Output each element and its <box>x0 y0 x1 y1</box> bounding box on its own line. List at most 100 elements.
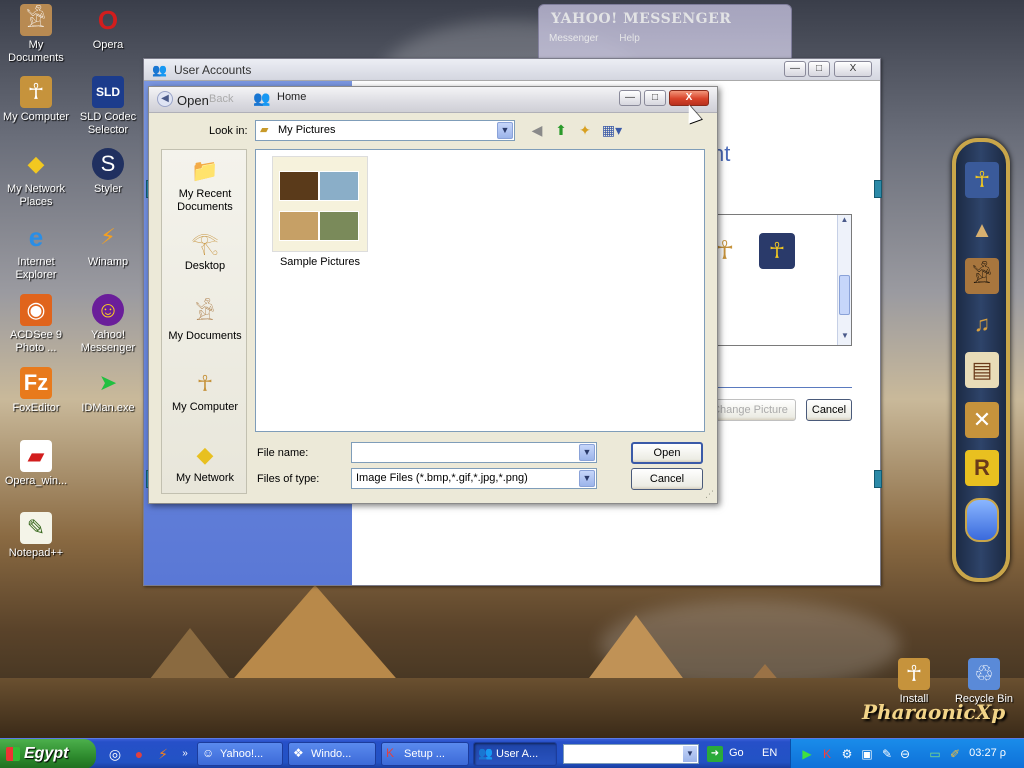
pharaoh-mask-icon[interactable]: ☥ <box>965 162 999 198</box>
tray-k-icon[interactable]: K <box>819 746 835 762</box>
chevron-down-icon[interactable]: ▼ <box>683 746 697 762</box>
book-icon[interactable]: ▤ <box>965 352 999 388</box>
place-my-computer[interactable]: ☥ My Computer <box>162 369 248 414</box>
quicklaunch-winamp-icon[interactable]: ⚡ <box>154 745 172 763</box>
user-accounts-titlebar[interactable]: 👥 User Accounts — □ X <box>144 59 880 81</box>
desktop-icon-my-computer[interactable]: ☥ My Computer <box>0 76 72 124</box>
chevron-down-icon[interactable]: ▼ <box>579 444 595 461</box>
quicklaunch-opera-icon[interactable]: ● <box>130 745 148 763</box>
resize-grip-icon[interactable]: ⋰ <box>705 489 714 500</box>
dialog-maximize-button[interactable]: □ <box>644 90 666 106</box>
files-of-type-value: Image Files (*.bmp,*.gif,*.jpg,*.png) <box>356 472 528 484</box>
open-dialog-titlebar[interactable]: ◀ Open Back 👥 Home — □ X <box>149 87 717 113</box>
scroll-down-icon[interactable]: ▼ <box>838 331 852 345</box>
start-button[interactable]: Egypt <box>0 739 96 768</box>
desktop-icon-opera-installer[interactable]: ▰ Opera_win... <box>0 440 72 488</box>
menu-help[interactable]: Help <box>619 33 640 44</box>
tray-tool-icon[interactable]: ✎ <box>879 746 895 762</box>
go-arrow-icon[interactable]: ➜ <box>707 746 723 762</box>
task-setup[interactable]: K Setup ... <box>381 742 469 766</box>
tray-battery-icon[interactable]: ▭ <box>927 746 943 762</box>
file-name-input[interactable]: ▼ <box>351 442 597 463</box>
scribe-icon[interactable]: 𓀀 <box>965 258 999 294</box>
scroll-up-icon[interactable]: ▲ <box>838 215 851 229</box>
address-bar-input[interactable]: ▼ <box>563 744 699 764</box>
folder-icon: ▰ <box>260 124 269 136</box>
yahoo-menu-bar: Messenger Help <box>549 33 658 44</box>
place-recent-documents[interactable]: 📁 My Recent Documents <box>162 156 248 214</box>
desktop-icon-recycle-bin[interactable]: ♲ Recycle Bin <box>948 658 1020 706</box>
task-yahoo[interactable]: ☺ Yahoo!... <box>197 742 283 766</box>
pharaoh-picture-icon[interactable]: ☥ <box>759 233 795 269</box>
go-button[interactable]: Go <box>729 747 744 759</box>
desktop-icon-idman[interactable]: ➤ IDMan.exe <box>72 367 144 415</box>
cancel-button[interactable]: Cancel <box>631 468 703 490</box>
task-windows[interactable]: ❖ Windo... <box>288 742 376 766</box>
view-menu-icon[interactable]: ▦▾ <box>599 121 625 139</box>
back-arrow-icon[interactable]: ◀ <box>157 91 173 107</box>
my-computer-icon: ☥ <box>196 371 214 396</box>
desktop-icon-notepad-plus[interactable]: ✎ Notepad++ <box>0 512 72 560</box>
capsule-icon[interactable] <box>965 498 999 542</box>
user-accounts-icon: 👥 <box>152 63 167 77</box>
pyramids-icon[interactable]: ▲ <box>965 212 999 248</box>
place-my-network[interactable]: ◆ My Network <box>162 440 248 485</box>
ua-cancel-button[interactable]: Cancel <box>806 399 852 421</box>
tray-play-icon[interactable]: ▶ <box>799 746 815 762</box>
quicklaunch-more-icon[interactable]: » <box>176 745 194 763</box>
ua-minimize-button[interactable]: — <box>784 61 806 77</box>
place-desktop[interactable]: 𓂀 Desktop <box>162 228 248 273</box>
files-of-type-dropdown[interactable]: Image Files (*.bmp,*.gif,*.jpg,*.png) ▼ <box>351 468 597 489</box>
desktop-icon-internet-explorer[interactable]: e Internet Explorer <box>0 221 72 282</box>
clock[interactable]: 03:27 ρ <box>969 747 1006 759</box>
picture-folder-icon <box>272 156 368 252</box>
tools-icon[interactable]: ✕ <box>965 402 999 438</box>
dialog-minimize-button[interactable]: — <box>619 90 641 106</box>
new-folder-icon[interactable]: ✦ <box>575 121 595 139</box>
system-tray: ▶ K ⚙ ▣ ✎ ⊖ ▭ ✐ 03:27 ρ <box>790 739 1024 768</box>
back-nav-icon[interactable]: ◀ <box>527 121 547 139</box>
tray-network-icon[interactable]: ⚙ <box>839 746 855 762</box>
harp-icon[interactable]: ♫ <box>965 306 999 342</box>
look-in-dropdown[interactable]: ▰ My Pictures ▼ <box>255 120 515 141</box>
up-folder-icon[interactable]: ⬆ <box>551 121 571 139</box>
desktop-icon-sld-codec[interactable]: SLD SLD Codec Selector <box>72 76 144 137</box>
desktop-icon-foxeditor[interactable]: Fz FoxEditor <box>0 367 72 415</box>
desktop-icon-network-places[interactable]: ◆ My Network Places <box>0 148 72 209</box>
task-user-accounts[interactable]: 👥 User A... <box>473 742 557 766</box>
picture-scrollbar[interactable]: ▲ ▼ <box>837 215 851 345</box>
desktop-icon-install[interactable]: ☥ Install <box>878 658 950 706</box>
quicklaunch-network-icon[interactable]: ◎ <box>106 745 124 763</box>
file-list[interactable]: Sample Pictures <box>255 149 705 432</box>
menu-messenger[interactable]: Messenger <box>549 33 598 44</box>
scroll-thumb[interactable] <box>839 275 850 315</box>
home-label[interactable]: Home <box>277 91 306 103</box>
acdsee-icon: ◉ <box>20 294 52 326</box>
chevron-down-icon[interactable]: ▼ <box>579 470 595 487</box>
place-my-documents[interactable]: 𓀀 My Documents <box>162 298 248 343</box>
opera-icon: O <box>97 5 119 35</box>
desktop-icon-my-documents[interactable]: 𓀀 My Documents <box>0 4 72 65</box>
network-places-icon: ◆ <box>27 151 45 176</box>
open-button[interactable]: Open <box>631 442 703 464</box>
desktop-icon-styler[interactable]: S Styler <box>72 148 144 196</box>
my-network-icon: ◆ <box>196 442 214 467</box>
install-icon: ☥ <box>898 658 930 690</box>
folder-sample-pictures[interactable]: Sample Pictures <box>270 156 370 268</box>
tray-monitor-icon[interactable]: ▣ <box>859 746 875 762</box>
language-indicator[interactable]: EN <box>762 747 777 759</box>
user-accounts-icon: 👥 <box>478 746 493 760</box>
desktop-icon-acdsee[interactable]: ◉ ACDSee 9 Photo ... <box>0 294 72 355</box>
ua-close-button[interactable]: X <box>834 61 872 77</box>
tray-minus-icon[interactable]: ⊖ <box>897 746 913 762</box>
open-dialog[interactable]: ◀ Open Back 👥 Home — □ X Look in: ▰ My P… <box>148 86 718 504</box>
ua-maximize-button[interactable]: □ <box>808 61 830 77</box>
desktop-icon-opera[interactable]: O Opera <box>72 4 144 52</box>
desktop-icon-winamp[interactable]: ⚡ Winamp <box>72 221 144 269</box>
desktop-icon-yahoo-messenger[interactable]: ☺ Yahoo! Messenger <box>72 294 144 355</box>
picture-selection-box[interactable]: ☥ ☥ ▲ ▼ <box>714 214 852 346</box>
chevron-down-icon[interactable]: ▼ <box>497 122 513 139</box>
back-label[interactable]: Back <box>209 93 233 105</box>
tray-edit-icon[interactable]: ✐ <box>947 746 963 762</box>
cartouche-icon[interactable]: R <box>965 450 999 486</box>
